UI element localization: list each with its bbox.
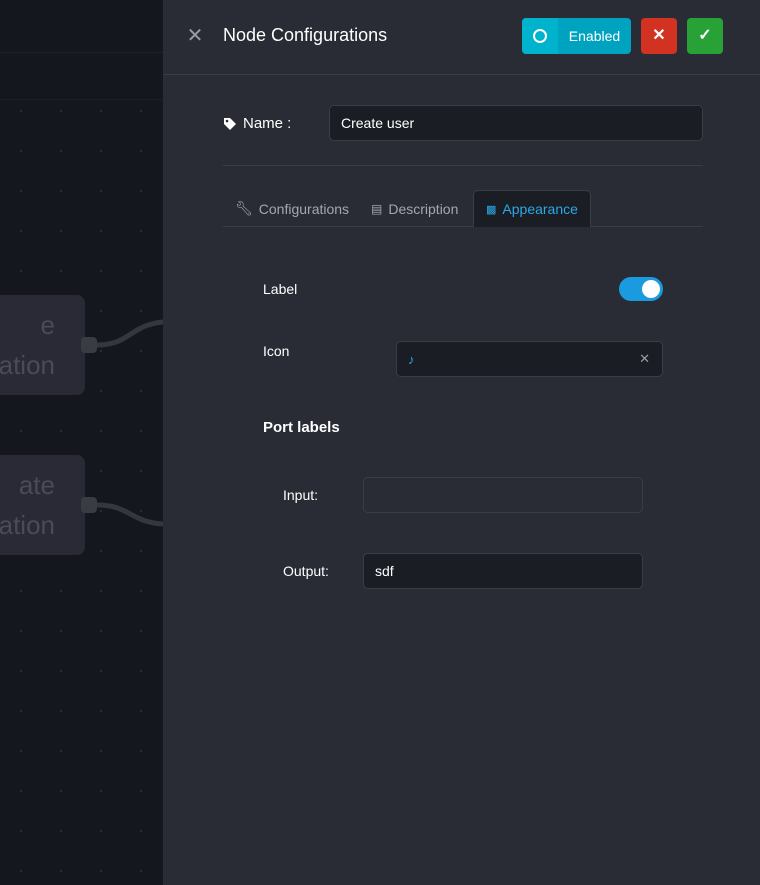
- tab-configurations[interactable]: 🔧︎ Configurations: [235, 190, 349, 227]
- label-toggle-label: Label: [263, 281, 298, 297]
- icon-select[interactable]: ♪ ✕: [396, 341, 663, 377]
- panel-title: Node Configurations: [223, 25, 388, 45]
- flow-node[interactable]: ate ation: [0, 455, 85, 555]
- panel-header: ✕ Node Configurations Enabled ✕ ✓: [163, 0, 760, 75]
- wrench-icon: 🔧︎: [235, 200, 253, 216]
- input-port-label: Input:: [283, 487, 319, 503]
- enabled-label: Enabled: [568, 28, 621, 44]
- icon-label: Icon: [263, 343, 290, 359]
- name-label-text: Name :: [243, 115, 292, 132]
- flow-canvas[interactable]: e ation ate ation: [0, 0, 163, 885]
- name-label: Name :: [223, 115, 291, 132]
- cancel-button[interactable]: ✕: [641, 18, 677, 54]
- tab-appearance[interactable]: ▩ Appearance: [473, 190, 591, 227]
- appearance-icon: ▩: [486, 203, 497, 216]
- close-icon[interactable]: ✕: [185, 26, 205, 46]
- node-label: ation: [0, 350, 55, 380]
- confirm-button[interactable]: ✓: [687, 18, 723, 54]
- output-port-field[interactable]: sdf: [363, 553, 643, 589]
- name-input[interactable]: Create user: [329, 105, 703, 141]
- output-port-label: Output:: [283, 563, 329, 579]
- tag-icon: [224, 117, 236, 130]
- port-labels-title: Port labels: [263, 419, 340, 436]
- edge: [96, 502, 163, 527]
- label-toggle[interactable]: [619, 277, 663, 301]
- document-icon: ▤: [371, 201, 383, 216]
- edges: [96, 319, 163, 527]
- node-label: ation: [0, 510, 55, 540]
- input-port-field[interactable]: [363, 477, 643, 513]
- flow-node[interactable]: e ation: [0, 295, 85, 395]
- tab-description[interactable]: ▤ Description: [371, 190, 458, 227]
- node-label: ate: [18, 470, 55, 500]
- name-value: Create user: [341, 115, 415, 131]
- circle-icon: [522, 18, 558, 54]
- node-output-port[interactable]: [81, 337, 97, 353]
- route-icon: ♪: [408, 351, 415, 367]
- edge: [96, 319, 163, 348]
- enabled-toggle-button[interactable]: Enabled: [522, 18, 631, 54]
- node-config-panel: ✕ Node Configurations Enabled ✕ ✓ Name :…: [163, 0, 760, 885]
- clear-icon[interactable]: ✕: [639, 351, 650, 367]
- tab-bar: 🔧︎ Configurations ▤ Description ▩ Appearanc…: [223, 190, 703, 227]
- node-output-port[interactable]: [81, 497, 97, 513]
- node-label: e: [40, 310, 55, 340]
- divider: [223, 165, 703, 166]
